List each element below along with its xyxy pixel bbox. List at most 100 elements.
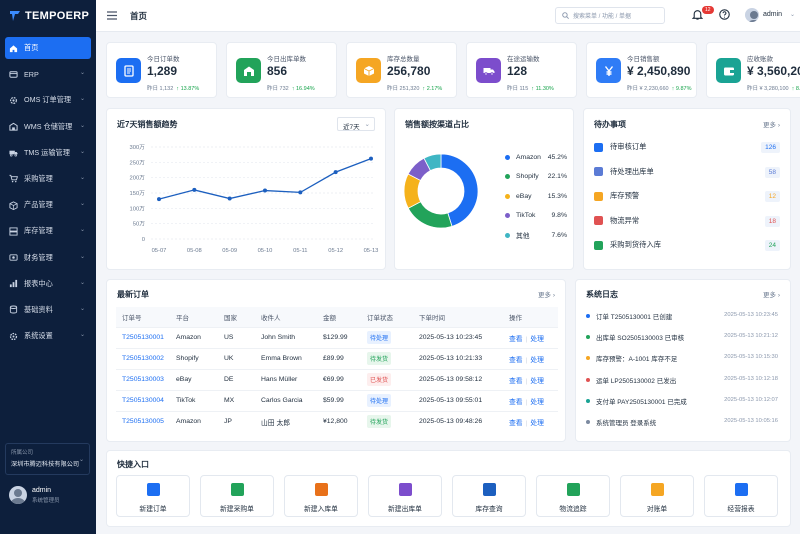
log-item: 出库单 SO2505130003 已审核 2025-05-13 10:21:12 — [586, 330, 778, 344]
menu-icon[interactable] — [107, 11, 117, 20]
stat-card[interactable]: 今日销售额 ¥ 2,450,890 昨日 ¥ 2,230,660 ↑ 9.87% — [586, 42, 697, 98]
stat-value: 256,780 — [387, 64, 431, 78]
table-cell: Shopify — [176, 347, 224, 369]
legend-swatch — [505, 193, 510, 199]
quick-action-button[interactable]: 新建订单 — [116, 475, 190, 517]
data-point — [263, 188, 267, 193]
alert-icon — [594, 216, 603, 225]
legend-value: 7.6% — [551, 231, 568, 239]
status-badge: 已发货 — [367, 373, 392, 386]
view-link[interactable]: 查看 — [509, 357, 523, 364]
sidebar-item-label: 财务管理 — [24, 252, 53, 262]
topbar-username[interactable]: admin — [763, 11, 782, 18]
table-row[interactable]: T2505130001 Amazon US John Smith $129.99 待处理 2… — [116, 326, 558, 348]
table-row[interactable]: T2505130002 Shopify UK Emma Brown £89.99 待发货 2… — [116, 347, 558, 369]
order-id-link[interactable]: T2505130002 — [122, 355, 164, 362]
stat-card[interactable]: 今日出库单数 856 昨日 732 ↑ 16.94% — [226, 42, 337, 98]
todo-item[interactable]: 待审核订单 126 — [594, 139, 780, 155]
todo-item[interactable]: 待处理出库单 58 — [594, 164, 780, 180]
view-link[interactable]: 查看 — [509, 336, 523, 343]
log-text: 库存预警：A-1001 库存不足 — [596, 356, 678, 364]
search-icon — [562, 12, 569, 19]
avatar[interactable] — [745, 8, 759, 22]
search-input[interactable]: 搜索菜单 / 功能 / 单据 — [555, 7, 665, 24]
quick-action-button[interactable]: 新建采购单 — [200, 475, 274, 517]
process-link[interactable]: 处理 — [530, 399, 544, 406]
help-icon[interactable] — [719, 9, 730, 20]
table-cell: $59.99 — [323, 389, 367, 411]
quick-action-button[interactable]: 库存查询 — [452, 475, 526, 517]
table-row[interactable]: T2505130003 eBay DE Hans Müller €69.99 已发货 202… — [116, 368, 558, 390]
order-id-link[interactable]: T2505130003 — [122, 376, 164, 383]
sidebar-item-purchase[interactable]: 采购管理 ⌄ — [5, 168, 91, 190]
table-cell: 查看 | 处理 — [509, 326, 558, 348]
view-link[interactable]: 查看 — [509, 420, 523, 427]
sidebar-item-label: 库存管理 — [24, 226, 53, 236]
sidebar-item-settings[interactable]: 系统设置 ⌄ — [5, 325, 91, 347]
column-header: 金额 — [323, 307, 367, 327]
sidebar-item-basedata[interactable]: 基础资料 ⌄ — [5, 299, 91, 321]
todo-item[interactable]: 采购到货待入库 24 — [594, 237, 780, 253]
sidebar-item-home[interactable]: 首页 — [5, 37, 91, 59]
status-badge: 待处理 — [367, 331, 392, 344]
order-id-link[interactable]: T2505130001 — [122, 334, 164, 341]
view-link[interactable]: 查看 — [509, 378, 523, 385]
stat-icon-box — [356, 58, 381, 83]
sidebar-item-reports[interactable]: 报表中心 ⌄ — [5, 273, 91, 295]
company-selector[interactable]: 所属公司 深圳市腾迈科技有限公司 ⌄ — [5, 443, 90, 475]
process-link[interactable]: 处理 — [530, 336, 544, 343]
divider: | — [525, 356, 528, 364]
sidebar-item-erp[interactable]: ERP ⌄ — [5, 63, 91, 85]
table-row[interactable]: T2505130004 TikTok MX Carlos Garcia $59.99 待处… — [116, 389, 558, 411]
settings-icon — [9, 332, 18, 340]
table-row[interactable]: T2505130005 Amazon JP 山田 太郎 ¥12,800 待发货 2025-0… — [116, 410, 558, 432]
sidebar-item-finance[interactable]: 财务管理 ⌄ — [5, 247, 91, 269]
orders-more-link[interactable]: 更多 › — [538, 289, 555, 299]
sidebar-item-oms[interactable]: OMS 订单管理 ⌄ — [5, 89, 91, 111]
quick-action-button[interactable]: 新建入库单 — [284, 475, 358, 517]
table-cell: T2505130003 — [116, 368, 176, 390]
order-platform: TikTok — [176, 397, 196, 404]
stat-compare: 昨日 ¥ 2,230,660 ↑ 9.87% — [627, 84, 691, 92]
table-body: T2505130001 Amazon US John Smith $129.99 待处理 2… — [116, 326, 558, 432]
stat-card[interactable]: 今日订单数 1,289 昨日 1,132 ↑ 13.87% — [106, 42, 217, 98]
todo-item[interactable]: 库存预警 12 — [594, 188, 780, 204]
orders-card: 最新订单 更多 › 订单号 平台 国家 收件人 金额 订单状态 下单时间 操作 T250513… — [106, 279, 566, 442]
order-amount: €69.99 — [323, 376, 344, 383]
app-logo[interactable]: TEMPOERP — [0, 0, 96, 32]
quick-action-button[interactable]: 对账单 — [620, 475, 694, 517]
user-role: 系统管理员 — [32, 497, 60, 504]
order-amount: $59.99 — [323, 397, 344, 404]
process-link[interactable]: 处理 — [530, 420, 544, 427]
todo-more-link[interactable]: 更多 › — [763, 119, 780, 129]
legend-value: 22.1% — [547, 173, 567, 180]
process-link[interactable]: 处理 — [530, 378, 544, 385]
logs-more-link[interactable]: 更多 › — [763, 289, 780, 299]
quick-action-button[interactable]: 新建出库单 — [368, 475, 442, 517]
stat-icon-box — [236, 58, 261, 83]
divider: | — [525, 335, 528, 343]
sidebar-item-wms[interactable]: WMS 仓储管理 ⌄ — [5, 116, 91, 138]
new-order-icon — [146, 483, 160, 496]
sidebar-item-inventory[interactable]: 库存管理 ⌄ — [5, 220, 91, 242]
sidebar-item-product[interactable]: 产品管理 ⌄ — [5, 194, 91, 216]
stat-card[interactable]: 库存总数量 256,780 昨日 251,320 ↑ 2.17% — [346, 42, 457, 98]
stat-card[interactable]: 应收账款¥ 3,560,200 昨日 ¥ 3,280,100↑ 8.54% — [706, 42, 800, 98]
truck-icon — [9, 150, 18, 157]
tracking-icon — [566, 483, 580, 496]
quick-action-button[interactable]: 物流追踪 — [536, 475, 610, 517]
stat-card[interactable]: 在途运输数 128 昨日 115 ↑ 11.30% — [466, 42, 577, 98]
table-cell: ¥12,800 — [323, 410, 367, 432]
sidebar-user[interactable]: admin 系统管理员 — [9, 486, 60, 504]
chevron-down-icon[interactable]: ⌄ — [790, 11, 795, 18]
log-dot — [586, 420, 590, 424]
sidebar-item-tms[interactable]: TMS 运输管理 ⌄ — [5, 142, 91, 164]
order-id-link[interactable]: T2505130005 — [122, 418, 164, 425]
column-header: 国家 — [224, 307, 261, 327]
todo-item[interactable]: 物流异常 18 — [594, 213, 780, 229]
order-id-link[interactable]: T2505130004 — [122, 397, 164, 404]
topbar: 首页 搜索菜单 / 功能 / 单据 12 admin ⌄ — [96, 0, 800, 32]
quick-action-button[interactable]: 经营报表 — [704, 475, 778, 517]
process-link[interactable]: 处理 — [530, 357, 544, 364]
view-link[interactable]: 查看 — [509, 399, 523, 406]
